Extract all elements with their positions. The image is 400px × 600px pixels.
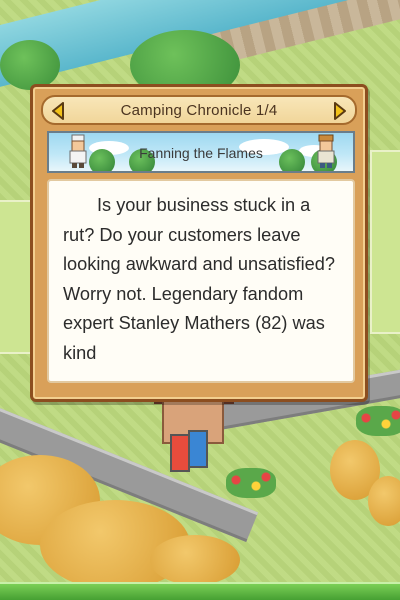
chronicle-dialog: Camping Chronicle 1/4 Fanning the Flames… [30, 84, 368, 402]
flower-bed [226, 468, 276, 498]
triangle-right-icon [333, 102, 347, 120]
vending-machine[interactable] [188, 430, 208, 468]
article-body: Is your business stuck in a rut? Do your… [63, 195, 335, 363]
vending-machine[interactable] [170, 434, 190, 472]
camper-character-right [311, 133, 341, 169]
campsite-plot [370, 150, 400, 334]
autumn-tree [150, 535, 240, 585]
banner-title: Fanning the Flames [139, 145, 263, 161]
tree-cluster [0, 40, 60, 90]
next-page-button[interactable] [331, 101, 349, 121]
autumn-tree [368, 476, 400, 526]
flower-bed [356, 406, 400, 436]
dialog-title-bar: Camping Chronicle 1/4 [41, 95, 357, 125]
campsite-plot [0, 200, 34, 354]
triangle-left-icon [51, 102, 65, 120]
article-text-panel[interactable]: Is your business stuck in a rut? Do your… [47, 179, 355, 383]
dialog-title: Camping Chronicle 1/4 [120, 101, 278, 119]
article-banner: Fanning the Flames [47, 131, 355, 173]
bottom-menu-bar[interactable] [0, 582, 400, 600]
previous-page-button[interactable] [49, 101, 67, 121]
